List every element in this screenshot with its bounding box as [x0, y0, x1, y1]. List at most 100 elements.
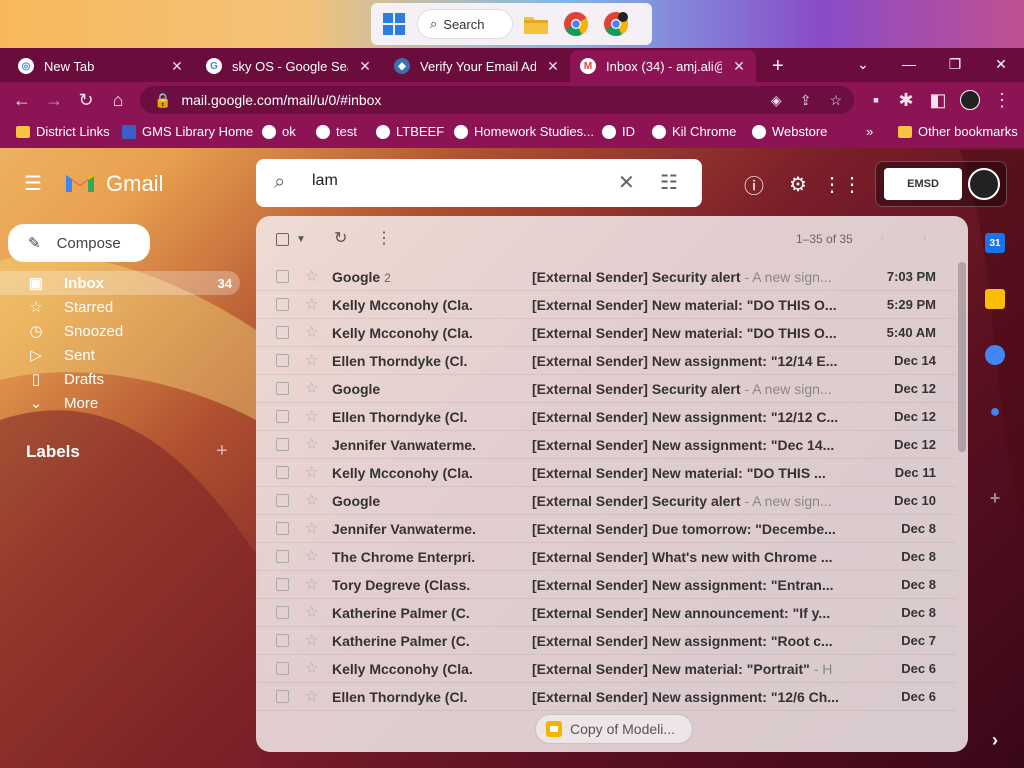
- scrollbar[interactable]: [958, 262, 966, 452]
- email-row[interactable]: ☆ Kelly Mcconohy (Cla. [External Sender] …: [256, 655, 956, 683]
- row-checkbox[interactable]: [276, 634, 289, 647]
- more-options-icon[interactable]: ⋮: [376, 228, 392, 248]
- email-row[interactable]: ☆ Kelly Mcconohy (Cla. [External Sender] …: [256, 291, 956, 319]
- star-icon[interactable]: ☆: [305, 575, 318, 593]
- bookmark-ok[interactable]: ok: [262, 124, 296, 139]
- tab-sky-os-search[interactable]: G sky OS - Google Search ✕: [196, 50, 382, 82]
- address-bar[interactable]: 🔒 mail.google.com/mail/u/0/#inbox ◈ ⇪ ☆: [140, 86, 854, 114]
- prev-page-icon[interactable]: ‹: [880, 229, 885, 245]
- close-tab-icon[interactable]: ✕: [732, 58, 746, 75]
- more-bookmarks-button[interactable]: »: [866, 124, 873, 139]
- star-icon[interactable]: ☆: [305, 659, 318, 677]
- expand-panel-icon[interactable]: ›: [985, 730, 1005, 750]
- row-checkbox[interactable]: [276, 438, 289, 451]
- attachment-chip[interactable]: Copy of Modeli...: [535, 714, 693, 744]
- nav-drafts[interactable]: ▯ Drafts: [0, 367, 240, 391]
- star-icon[interactable]: ☆: [305, 379, 318, 397]
- close-tab-icon[interactable]: ✕: [358, 58, 372, 75]
- email-row[interactable]: ☆ Google 2 [External Sender] Security aler…: [256, 263, 956, 291]
- star-icon[interactable]: ☆: [305, 295, 318, 313]
- star-icon[interactable]: ☆: [305, 547, 318, 565]
- tab-new-tab[interactable]: ◎ New Tab ✕: [8, 50, 194, 82]
- email-row[interactable]: ☆ Tory Degreve (Class. [External Sender] …: [256, 571, 956, 599]
- row-checkbox[interactable]: [276, 690, 289, 703]
- search-options-icon[interactable]: ☷: [660, 170, 678, 195]
- row-checkbox[interactable]: [276, 662, 289, 675]
- clear-search-icon[interactable]: ✕: [618, 170, 635, 195]
- bookmark-id[interactable]: ID: [602, 124, 635, 139]
- star-icon[interactable]: ☆: [305, 603, 318, 621]
- star-icon[interactable]: ☆: [305, 631, 318, 649]
- bookmark-gms-library[interactable]: GMS Library Home: [122, 124, 253, 139]
- new-tab-button[interactable]: +: [762, 50, 792, 82]
- next-page-icon[interactable]: ›: [922, 229, 927, 245]
- row-checkbox[interactable]: [276, 270, 289, 283]
- taskbar-search[interactable]: ⌕ Search: [417, 9, 513, 39]
- windows-start-icon[interactable]: [377, 7, 411, 41]
- add-label-icon[interactable]: +: [216, 440, 228, 463]
- tab-search-button[interactable]: ⌄: [840, 48, 886, 80]
- tab-inbox[interactable]: M Inbox (34) - amj.ali@stu ✕: [570, 50, 756, 82]
- nav-snoozed[interactable]: ◷ Snoozed: [0, 319, 240, 343]
- star-bookmark-icon[interactable]: ☆: [829, 92, 842, 109]
- compose-button[interactable]: ✎ Compose: [8, 224, 150, 262]
- tab-verify-email[interactable]: ◆ Verify Your Email Address ✕: [384, 50, 570, 82]
- bookmark-district-links[interactable]: District Links: [16, 124, 110, 139]
- email-row[interactable]: ☆ Google [External Sender] Security alert…: [256, 487, 956, 515]
- settings-gear-icon[interactable]: ⚙: [786, 172, 810, 196]
- bookmark-homework-studies[interactable]: Homework Studies...: [454, 124, 594, 139]
- avatar[interactable]: [968, 168, 1000, 200]
- row-checkbox[interactable]: [276, 382, 289, 395]
- nav-sent[interactable]: ▷ Sent: [0, 343, 240, 367]
- email-row[interactable]: ☆ Kelly Mcconohy (Cla. [External Sender] …: [256, 319, 956, 347]
- bookmark-webstore[interactable]: Webstore: [752, 124, 827, 139]
- restore-button[interactable]: ❐: [932, 48, 978, 80]
- profile-avatar-icon[interactable]: [958, 88, 982, 112]
- bookmark-ltbeef[interactable]: LTBEEF: [376, 124, 444, 139]
- bookmark-kil-chrome[interactable]: Kil Chrome: [652, 124, 736, 139]
- keep-icon[interactable]: [985, 289, 1005, 309]
- email-row[interactable]: ☆ The Chrome Enterpri. [External Sender] …: [256, 543, 956, 571]
- contacts-icon[interactable]: ●: [985, 401, 1005, 421]
- star-icon[interactable]: ☆: [305, 519, 318, 537]
- star-icon[interactable]: ☆: [305, 463, 318, 481]
- bookmark-test[interactable]: test: [316, 124, 357, 139]
- other-bookmarks[interactable]: Other bookmarks: [898, 124, 1018, 139]
- nav-inbox[interactable]: ▣ Inbox 34: [0, 271, 240, 295]
- star-icon[interactable]: ☆: [305, 351, 318, 369]
- row-checkbox[interactable]: [276, 326, 289, 339]
- star-icon[interactable]: ☆: [305, 267, 318, 285]
- minimize-button[interactable]: —: [886, 48, 932, 80]
- reload-icon[interactable]: ↻: [74, 88, 98, 112]
- email-row[interactable]: ☆ Jennifer Vanwaterme. [External Sender] …: [256, 431, 956, 459]
- back-icon[interactable]: ←: [10, 88, 34, 112]
- home-icon[interactable]: ⌂: [106, 88, 130, 112]
- email-row[interactable]: ☆ Google [External Sender] Security alert…: [256, 375, 956, 403]
- puzzle-extensions-icon[interactable]: ✱: [894, 88, 918, 112]
- close-tab-icon[interactable]: ✕: [170, 58, 184, 75]
- close-window-button[interactable]: ✕: [978, 48, 1024, 80]
- star-icon[interactable]: ☆: [305, 435, 318, 453]
- row-checkbox[interactable]: [276, 466, 289, 479]
- row-checkbox[interactable]: [276, 606, 289, 619]
- row-checkbox[interactable]: [276, 522, 289, 535]
- calendar-icon[interactable]: 31: [985, 233, 1005, 253]
- mail-search-bar[interactable]: ⌕ lam ✕ ☷: [256, 159, 702, 207]
- star-icon[interactable]: ☆: [305, 687, 318, 705]
- email-row[interactable]: ☆ Jennifer Vanwaterme. [External Sender] …: [256, 515, 956, 543]
- search-icon[interactable]: ⌕: [274, 171, 285, 194]
- close-tab-icon[interactable]: ✕: [546, 58, 560, 75]
- forward-icon[interactable]: →: [42, 88, 66, 112]
- chrome-profile-icon[interactable]: [599, 7, 633, 41]
- side-panel-icon[interactable]: ◧: [926, 88, 950, 112]
- get-addons-icon[interactable]: +: [985, 488, 1005, 508]
- search-input[interactable]: lam: [312, 172, 338, 190]
- share-icon[interactable]: ⇪: [800, 92, 812, 109]
- row-checkbox[interactable]: [276, 550, 289, 563]
- email-row[interactable]: ☆ Ellen Thorndyke (Cl. [External Sender] …: [256, 347, 956, 375]
- row-checkbox[interactable]: [276, 578, 289, 591]
- file-explorer-icon[interactable]: [519, 7, 553, 41]
- row-checkbox[interactable]: [276, 410, 289, 423]
- select-dropdown-icon[interactable]: ▼: [296, 234, 306, 245]
- chrome-menu-icon[interactable]: ⋮: [990, 88, 1014, 112]
